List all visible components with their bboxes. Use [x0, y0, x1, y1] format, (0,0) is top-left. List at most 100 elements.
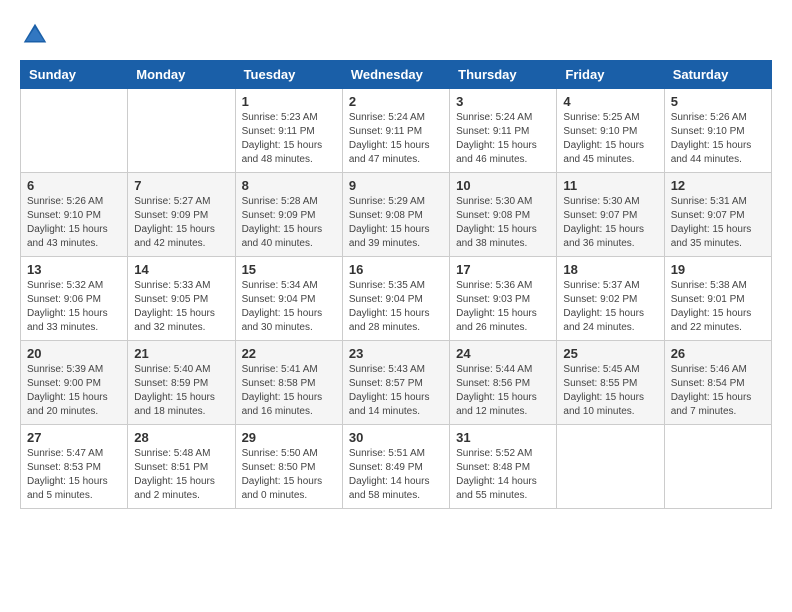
day-info: Sunrise: 5:31 AM Sunset: 9:07 PM Dayligh…: [671, 195, 765, 251]
calendar-week-row: 27 Sunrise: 5:47 AM Sunset: 8:53 PM Dayli…: [21, 425, 772, 509]
day-of-week-header: Friday: [557, 61, 664, 89]
day-info: Sunrise: 5:30 AM Sunset: 9:07 PM Dayligh…: [563, 195, 657, 251]
day-info: Sunrise: 5:25 AM Sunset: 9:10 PM Dayligh…: [563, 111, 657, 167]
day-number: 7: [134, 178, 228, 193]
day-info: Sunrise: 5:37 AM Sunset: 9:02 PM Dayligh…: [563, 279, 657, 335]
day-number: 12: [671, 178, 765, 193]
day-number: 3: [456, 94, 550, 109]
day-info: Sunrise: 5:52 AM Sunset: 8:48 PM Dayligh…: [456, 447, 550, 503]
calendar-day-cell: 20Sunrise: 5:39 AM Sunset: 9:00 PM Dayli…: [21, 341, 128, 425]
day-info: Sunrise: 5:29 AM Sunset: 9:08 PM Dayligh…: [349, 195, 443, 251]
day-info: Sunrise: 5:27 AM Sunset: 9:09 PM Dayligh…: [134, 195, 228, 251]
day-of-week-header: Saturday: [664, 61, 771, 89]
calendar-day-cell: 30 Sunrise: 5:51 AM Sunset: 8:49 PM Dayli…: [342, 425, 449, 509]
day-number: 16: [349, 262, 443, 277]
day-number: 26: [671, 346, 765, 361]
day-info: Sunrise: 5:30 AM Sunset: 9:08 PM Dayligh…: [456, 195, 550, 251]
calendar-day-cell: 9Sunrise: 5:29 AM Sunset: 9:08 PM Daylig…: [342, 173, 449, 257]
day-number: 11: [563, 178, 657, 193]
day-info: Sunrise: 5:33 AM Sunset: 9:05 PM Dayligh…: [134, 279, 228, 335]
day-number: 28: [134, 430, 228, 445]
day-number: 25: [563, 346, 657, 361]
calendar-day-cell: 12 Sunrise: 5:31 AM Sunset: 9:07 PM Dayli…: [664, 173, 771, 257]
day-info: Sunrise: 5:28 AM Sunset: 9:09 PM Dayligh…: [242, 195, 336, 251]
calendar-day-cell: 7 Sunrise: 5:27 AM Sunset: 9:09 PM Daylig…: [128, 173, 235, 257]
calendar-week-row: 1 Sunrise: 5:23 AM Sunset: 9:11 PM Daylig…: [21, 89, 772, 173]
day-number: 8: [242, 178, 336, 193]
calendar-day-cell: 13 Sunrise: 5:32 AM Sunset: 9:06 PM Dayli…: [21, 257, 128, 341]
calendar-day-cell: 6 Sunrise: 5:26 AM Sunset: 9:10 PM Daylig…: [21, 173, 128, 257]
day-info: Sunrise: 5:23 AM Sunset: 9:11 PM Dayligh…: [242, 111, 336, 167]
calendar-day-cell: 31 Sunrise: 5:52 AM Sunset: 8:48 PM Dayli…: [450, 425, 557, 509]
calendar-day-cell: 24Sunrise: 5:44 AM Sunset: 8:56 PM Dayli…: [450, 341, 557, 425]
calendar-day-cell: 11 Sunrise: 5:30 AM Sunset: 9:07 PM Dayli…: [557, 173, 664, 257]
day-info: Sunrise: 5:51 AM Sunset: 8:49 PM Dayligh…: [349, 447, 443, 503]
calendar-day-cell: 15Sunrise: 5:34 AM Sunset: 9:04 PM Dayli…: [235, 257, 342, 341]
day-of-week-header: Monday: [128, 61, 235, 89]
calendar-day-cell: 27 Sunrise: 5:47 AM Sunset: 8:53 PM Dayli…: [21, 425, 128, 509]
day-info: Sunrise: 5:47 AM Sunset: 8:53 PM Dayligh…: [27, 447, 121, 503]
calendar-header-row: SundayMondayTuesdayWednesdayThursdayFrid…: [21, 61, 772, 89]
calendar-day-cell: 8 Sunrise: 5:28 AM Sunset: 9:09 PM Daylig…: [235, 173, 342, 257]
calendar-day-cell: 10 Sunrise: 5:30 AM Sunset: 9:08 PM Dayli…: [450, 173, 557, 257]
calendar-day-cell: 1 Sunrise: 5:23 AM Sunset: 9:11 PM Daylig…: [235, 89, 342, 173]
day-number: 23: [349, 346, 443, 361]
day-number: 10: [456, 178, 550, 193]
day-info: Sunrise: 5:43 AM Sunset: 8:57 PM Dayligh…: [349, 363, 443, 419]
logo: [20, 20, 54, 50]
day-number: 13: [27, 262, 121, 277]
calendar-day-cell: [21, 89, 128, 173]
calendar-week-row: 20Sunrise: 5:39 AM Sunset: 9:00 PM Dayli…: [21, 341, 772, 425]
day-number: 5: [671, 94, 765, 109]
day-info: Sunrise: 5:35 AM Sunset: 9:04 PM Dayligh…: [349, 279, 443, 335]
day-number: 29: [242, 430, 336, 445]
calendar-day-cell: 17 Sunrise: 5:36 AM Sunset: 9:03 PM Dayli…: [450, 257, 557, 341]
calendar-day-cell: 18Sunrise: 5:37 AM Sunset: 9:02 PM Dayli…: [557, 257, 664, 341]
calendar-day-cell: 29 Sunrise: 5:50 AM Sunset: 8:50 PM Dayli…: [235, 425, 342, 509]
day-number: 1: [242, 94, 336, 109]
calendar-day-cell: 5Sunrise: 5:26 AM Sunset: 9:10 PM Daylig…: [664, 89, 771, 173]
calendar-day-cell: [557, 425, 664, 509]
day-info: Sunrise: 5:39 AM Sunset: 9:00 PM Dayligh…: [27, 363, 121, 419]
day-info: Sunrise: 5:41 AM Sunset: 8:58 PM Dayligh…: [242, 363, 336, 419]
calendar-week-row: 6 Sunrise: 5:26 AM Sunset: 9:10 PM Daylig…: [21, 173, 772, 257]
day-number: 21: [134, 346, 228, 361]
day-number: 17: [456, 262, 550, 277]
day-number: 19: [671, 262, 765, 277]
day-info: Sunrise: 5:45 AM Sunset: 8:55 PM Dayligh…: [563, 363, 657, 419]
day-info: Sunrise: 5:50 AM Sunset: 8:50 PM Dayligh…: [242, 447, 336, 503]
calendar-day-cell: 16 Sunrise: 5:35 AM Sunset: 9:04 PM Dayli…: [342, 257, 449, 341]
logo-icon: [20, 20, 50, 50]
calendar-day-cell: 25 Sunrise: 5:45 AM Sunset: 8:55 PM Dayli…: [557, 341, 664, 425]
calendar-day-cell: 19 Sunrise: 5:38 AM Sunset: 9:01 PM Dayli…: [664, 257, 771, 341]
day-info: Sunrise: 5:44 AM Sunset: 8:56 PM Dayligh…: [456, 363, 550, 419]
day-info: Sunrise: 5:46 AM Sunset: 8:54 PM Dayligh…: [671, 363, 765, 419]
calendar-day-cell: [664, 425, 771, 509]
day-of-week-header: Wednesday: [342, 61, 449, 89]
day-info: Sunrise: 5:32 AM Sunset: 9:06 PM Dayligh…: [27, 279, 121, 335]
calendar-day-cell: 28 Sunrise: 5:48 AM Sunset: 8:51 PM Dayli…: [128, 425, 235, 509]
calendar-day-cell: 2Sunrise: 5:24 AM Sunset: 9:11 PM Daylig…: [342, 89, 449, 173]
calendar-day-cell: 3 Sunrise: 5:24 AM Sunset: 9:11 PM Daylig…: [450, 89, 557, 173]
calendar-day-cell: 4 Sunrise: 5:25 AM Sunset: 9:10 PM Daylig…: [557, 89, 664, 173]
calendar-day-cell: 21 Sunrise: 5:40 AM Sunset: 8:59 PM Dayli…: [128, 341, 235, 425]
day-number: 14: [134, 262, 228, 277]
day-of-week-header: Tuesday: [235, 61, 342, 89]
day-info: Sunrise: 5:36 AM Sunset: 9:03 PM Dayligh…: [456, 279, 550, 335]
day-info: Sunrise: 5:24 AM Sunset: 9:11 PM Dayligh…: [456, 111, 550, 167]
day-info: Sunrise: 5:48 AM Sunset: 8:51 PM Dayligh…: [134, 447, 228, 503]
day-info: Sunrise: 5:24 AM Sunset: 9:11 PM Dayligh…: [349, 111, 443, 167]
day-info: Sunrise: 5:26 AM Sunset: 9:10 PM Dayligh…: [27, 195, 121, 251]
day-number: 31: [456, 430, 550, 445]
day-number: 22: [242, 346, 336, 361]
day-info: Sunrise: 5:40 AM Sunset: 8:59 PM Dayligh…: [134, 363, 228, 419]
day-info: Sunrise: 5:34 AM Sunset: 9:04 PM Dayligh…: [242, 279, 336, 335]
day-number: 6: [27, 178, 121, 193]
day-of-week-header: Sunday: [21, 61, 128, 89]
day-info: Sunrise: 5:38 AM Sunset: 9:01 PM Dayligh…: [671, 279, 765, 335]
day-number: 4: [563, 94, 657, 109]
calendar-day-cell: 26 Sunrise: 5:46 AM Sunset: 8:54 PM Dayli…: [664, 341, 771, 425]
day-number: 27: [27, 430, 121, 445]
calendar-day-cell: 23 Sunrise: 5:43 AM Sunset: 8:57 PM Dayli…: [342, 341, 449, 425]
day-number: 30: [349, 430, 443, 445]
